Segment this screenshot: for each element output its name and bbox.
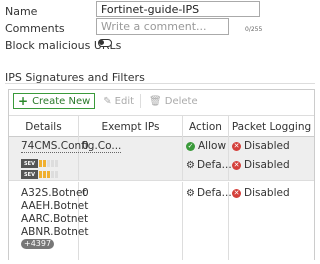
gear-icon: ⚙ <box>186 187 195 199</box>
logging-value: ✕ Disabled <box>232 159 290 171</box>
severity-bar <box>51 160 54 167</box>
header-exempt-ips[interactable]: Exempt IPs <box>79 116 183 137</box>
pencil-icon: ✎ <box>103 95 112 107</box>
delete-label: Delete <box>164 95 198 107</box>
logging-label: Disabled <box>244 159 290 171</box>
action-value: ✓ Allow <box>186 140 226 152</box>
create-new-label: Create New <box>32 95 91 107</box>
severity-bar <box>47 160 50 167</box>
action-cell: ⚙ Defa... <box>183 182 232 260</box>
severity-bars <box>39 171 58 178</box>
block-urls-toggle[interactable] <box>98 39 112 47</box>
name-row: Name <box>5 3 37 19</box>
header-details[interactable]: Details <box>9 116 79 137</box>
action-cell: ✓ Allow ⚙ Defa... <box>183 137 232 180</box>
x-circle-icon: ✕ <box>232 188 241 198</box>
delete-button[interactable]: 🗑 Delete <box>149 93 198 109</box>
logging-value: ✕ Disabled <box>232 187 290 199</box>
packet-logging-cell: ✕ Disabled ✕ Disabled <box>229 137 314 180</box>
header-action[interactable]: Action <box>183 116 229 137</box>
exempt-ips-cell: 0 <box>79 182 183 260</box>
severity-badge: SEV <box>21 159 38 168</box>
header-packet-logging[interactable]: Packet Logging <box>229 116 314 137</box>
action-value: ⚙ Defa... <box>186 187 232 199</box>
comments-counter: 0/255 <box>245 26 263 33</box>
comments-label: Comments <box>5 21 65 35</box>
comments-input[interactable]: Write a comment... <box>96 18 229 35</box>
exempt-ips-value: 0 <box>82 187 89 199</box>
plus-icon: + <box>18 94 29 108</box>
x-circle-icon: ✕ <box>232 160 241 170</box>
action-label: Allow <box>198 140 227 152</box>
action-label: Defa... <box>196 187 232 199</box>
severity-indicator: SEV <box>21 170 58 179</box>
table-header: Details Exempt IPs Action Packet Logging <box>9 115 314 137</box>
severity-bar <box>39 171 42 178</box>
signature-name: A32S.Botnet <box>21 187 87 199</box>
exempt-ips-value: 0 <box>82 140 89 152</box>
severity-bar <box>51 171 54 178</box>
edit-label: Edit <box>114 95 135 107</box>
severity-badge: SEV <box>21 170 38 179</box>
toggle-knob <box>99 40 104 45</box>
edit-button[interactable]: ✎ Edit <box>103 93 134 109</box>
exempt-ips-cell: 0 <box>79 137 183 180</box>
trash-icon: 🗑 <box>149 95 162 107</box>
severity-bar <box>55 160 58 167</box>
severity-indicator: SEV <box>21 159 58 168</box>
packet-logging-cell: ✕ Disabled <box>229 182 314 260</box>
ips-filters-panel: + Create New ✎ Edit 🗑 Delete Details Exe… <box>8 89 315 260</box>
action-label: Defa... <box>196 159 232 171</box>
toolbar-separator <box>140 94 142 108</box>
table-row[interactable]: 74CMS.Config.Co... SEV SEV 0 ✓ Allow ⚙ D… <box>9 137 314 181</box>
x-circle-icon: ✕ <box>232 141 241 151</box>
table-row[interactable]: A32S.Botnet AAEH.Botnet AARC.Botnet ABNR… <box>9 182 314 260</box>
severity-bar <box>43 160 46 167</box>
name-input[interactable]: Fortinet-guide-IPS <box>96 1 260 17</box>
section-divider <box>5 83 315 84</box>
severity-bar <box>55 171 58 178</box>
logging-value: ✕ Disabled <box>232 140 290 152</box>
check-circle-icon: ✓ <box>186 141 195 151</box>
logging-label: Disabled <box>244 187 290 199</box>
name-label: Name <box>5 4 38 18</box>
severity-bar <box>43 171 46 178</box>
action-value: ⚙ Defa... <box>186 159 232 171</box>
severity-bar <box>39 160 42 167</box>
more-count-badge[interactable]: +4397 <box>21 239 55 249</box>
gear-icon: ⚙ <box>186 159 195 171</box>
logging-label: Disabled <box>244 140 290 152</box>
details-cell: 74CMS.Config.Co... SEV SEV <box>9 137 122 180</box>
toolbar: + Create New ✎ Edit 🗑 Delete <box>13 93 198 109</box>
comments-row: Comments <box>5 20 65 36</box>
create-new-button[interactable]: + Create New <box>13 93 96 109</box>
details-cell: A32S.Botnet AAEH.Botnet AARC.Botnet ABNR… <box>9 182 88 260</box>
severity-bars <box>39 160 58 167</box>
severity-bar <box>47 171 50 178</box>
